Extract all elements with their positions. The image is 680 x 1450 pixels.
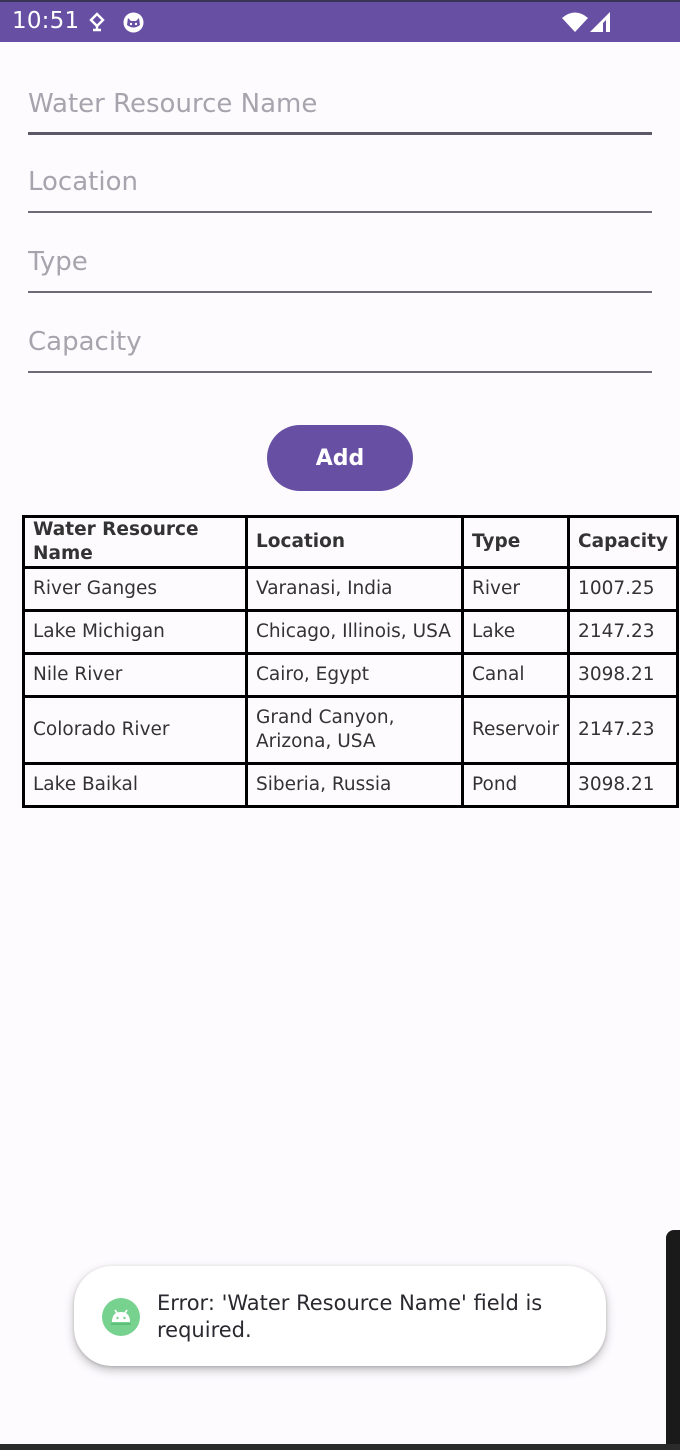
notification-status-icon [89, 12, 105, 32]
navigation-bar [0, 1444, 680, 1450]
cell-capacity: 2147.23 [567, 609, 680, 655]
cell-name: Lake Michigan [22, 609, 248, 655]
cat-status-icon [123, 12, 144, 33]
table-row: Lake Michigan Chicago, Illinois, USA Lak… [22, 609, 680, 655]
header-capacity: Capacity [567, 515, 680, 569]
cell-location: Grand Canyon, Arizona, USA [245, 695, 464, 765]
cell-location: Varanasi, India [245, 566, 464, 612]
cell-type: Canal [460, 652, 571, 698]
error-toast: Error: 'Water Resource Name' field is re… [74, 1266, 606, 1366]
cell-capacity: 3098.21 [567, 762, 680, 808]
water-resource-name-input[interactable] [28, 75, 652, 133]
cell-type: River [460, 566, 571, 612]
cell-type: Pond [460, 762, 571, 808]
cell-capacity: 3098.21 [567, 652, 680, 698]
header-type: Type [460, 515, 571, 569]
location-underline [28, 211, 652, 213]
add-button[interactable]: Add [267, 425, 413, 491]
capacity-underline [28, 371, 652, 373]
capacity-input[interactable] [28, 313, 652, 371]
water-resource-name-field[interactable] [28, 75, 652, 135]
wifi-icon [562, 12, 588, 32]
table-header-row: Water Resource Name Location Type Capaci… [22, 515, 680, 569]
edge-handle [666, 1230, 680, 1450]
cell-location: Siberia, Russia [245, 762, 464, 808]
cell-name: Colorado River [22, 695, 248, 765]
cell-name: River Ganges [22, 566, 248, 612]
water-resource-name-underline [28, 132, 652, 135]
header-water-resource-name: Water Resource Name [22, 515, 248, 569]
type-underline [28, 291, 652, 293]
table-row: Lake Baikal Siberia, Russia Pond 3098.21 [22, 762, 680, 808]
capacity-field[interactable] [28, 313, 652, 373]
cell-type: Reservoir [460, 695, 571, 765]
signal-icon [590, 12, 610, 32]
android-icon [102, 1298, 140, 1336]
toast-message: Error: 'Water Resource Name' field is re… [157, 1291, 543, 1342]
location-input[interactable] [28, 153, 652, 211]
cell-capacity: 2147.23 [567, 695, 680, 765]
cell-type: Lake [460, 609, 571, 655]
table-row: Nile River Cairo, Egypt Canal 3098.21 [22, 652, 680, 698]
type-field[interactable] [28, 233, 652, 293]
location-field[interactable] [28, 153, 652, 213]
cell-location: Chicago, Illinois, USA [245, 609, 464, 655]
status-time: 10:51 [12, 8, 80, 34]
table-row: River Ganges Varanasi, India River 1007.… [22, 566, 680, 612]
cell-location: Cairo, Egypt [245, 652, 464, 698]
cell-name: Nile River [22, 652, 248, 698]
cell-name: Lake Baikal [22, 762, 248, 808]
table-row: Colorado River Grand Canyon, Arizona, US… [22, 695, 680, 765]
status-bar: 10:51 [0, 0, 680, 42]
type-input[interactable] [28, 233, 652, 291]
header-location: Location [245, 515, 464, 569]
water-resources-table: Water Resource Name Location Type Capaci… [22, 515, 680, 808]
cell-capacity: 1007.25 [567, 566, 680, 612]
